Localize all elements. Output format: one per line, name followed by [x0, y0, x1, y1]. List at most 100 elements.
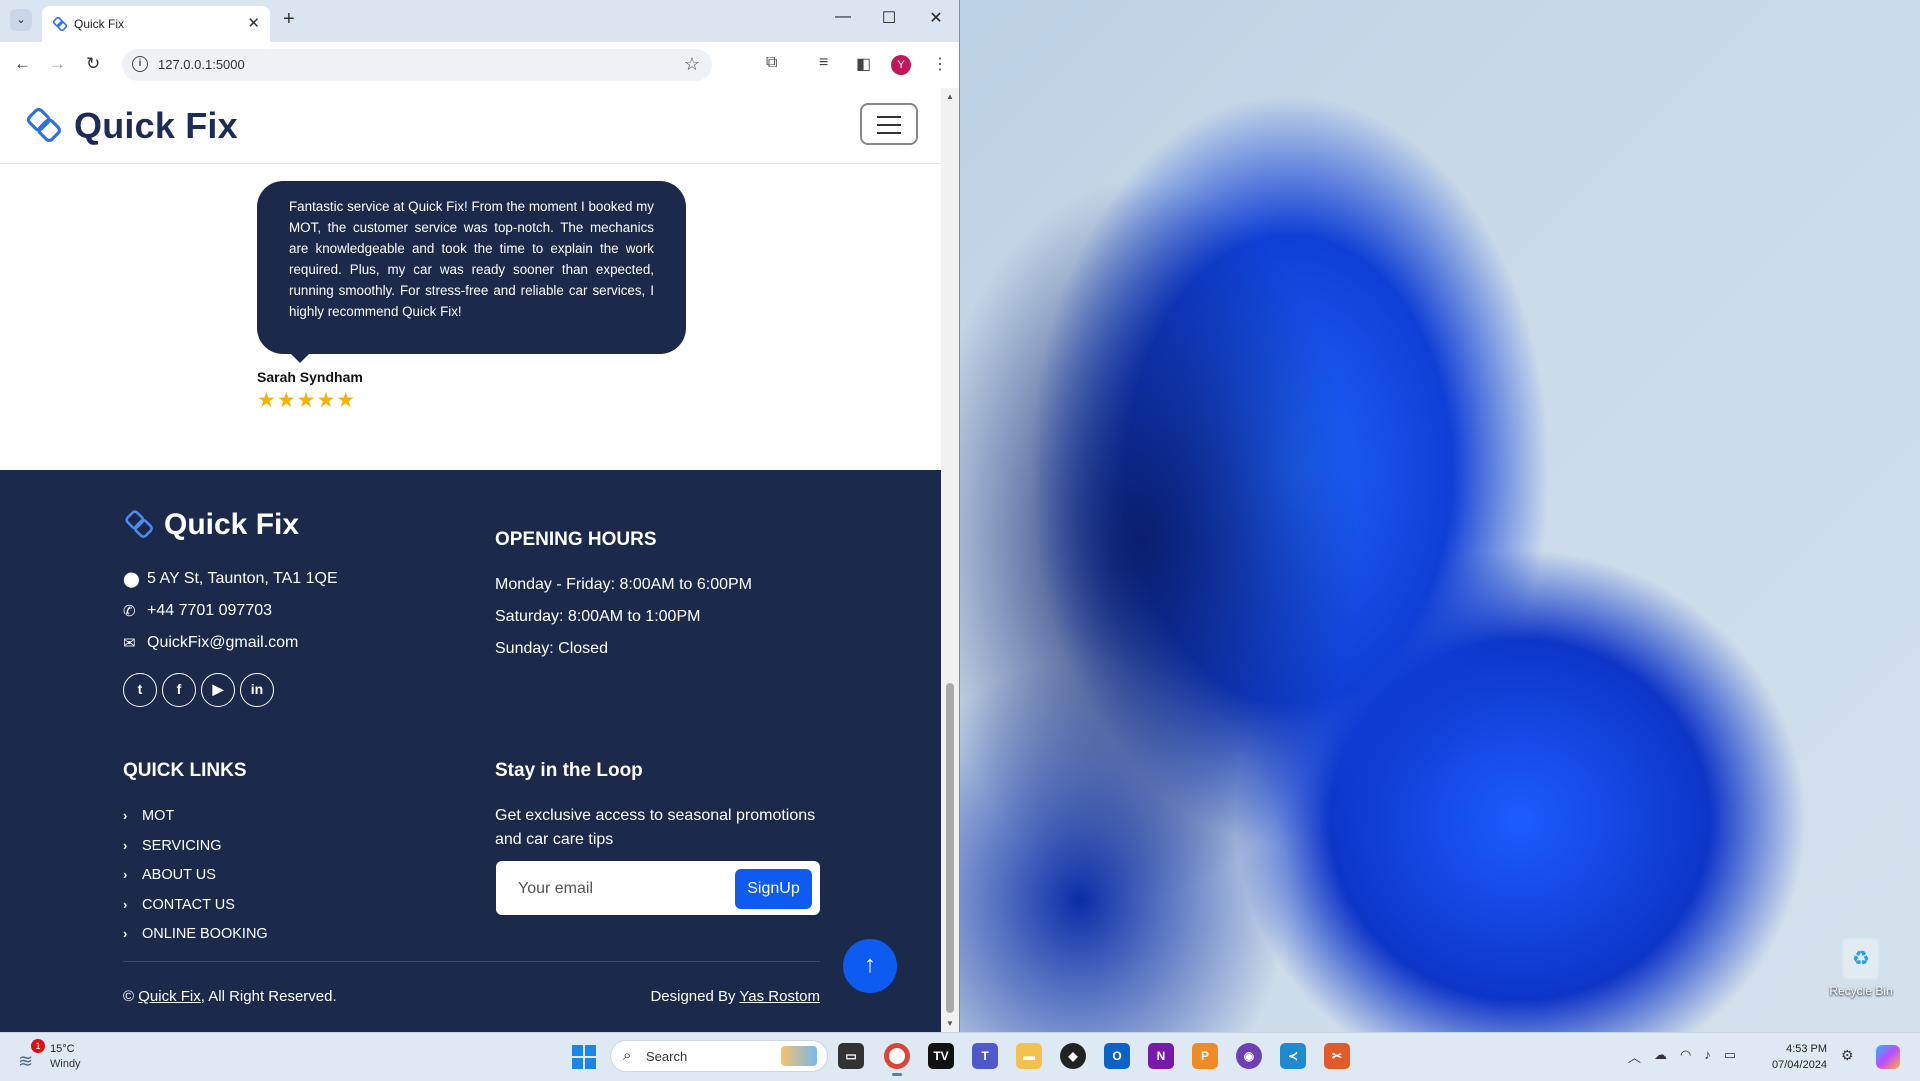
favicon-icon	[52, 16, 68, 32]
minimize-button[interactable]: —	[831, 8, 855, 26]
quick-link-label[interactable]: MOT	[142, 808, 174, 824]
scroll-down-arrow-icon[interactable]: ▼	[946, 1019, 954, 1028]
pdf-app-icon[interactable]: P	[1192, 1043, 1218, 1069]
profile-avatar[interactable]: Y	[891, 55, 911, 75]
quick-fix-logo-icon	[125, 510, 153, 538]
scroll-up-arrow-icon[interactable]: ▲	[946, 92, 954, 101]
alienware-icon[interactable]: ◆	[1060, 1043, 1086, 1069]
bookmark-star-icon[interactable]: ☆	[684, 54, 700, 75]
chevron-right-icon: ›	[123, 808, 128, 823]
hamburger-line	[877, 124, 901, 126]
copyright-symbol: ©	[123, 988, 135, 1005]
task-view-icon[interactable]: ▭	[838, 1043, 864, 1069]
quick-link-about-us[interactable]: › ABOUT US	[123, 867, 268, 897]
quick-links-heading: QUICK LINKS	[123, 760, 247, 781]
quick-links-list: › MOT › SERVICING › ABOUT US › CONTACT US › O…	[123, 808, 268, 956]
site-info-icon[interactable]: i	[132, 56, 148, 72]
copyright-notice: © Quick Fix, All Right Reserved.	[123, 988, 337, 1005]
onenote-icon[interactable]: N	[1148, 1043, 1174, 1069]
signup-button[interactable]: SignUp	[735, 869, 812, 909]
chrome-icon[interactable]	[884, 1043, 910, 1076]
taskbar-clock[interactable]: 4:53 PM 07/04/2024	[1772, 1041, 1827, 1073]
opening-hours-heading: OPENING HOURS	[495, 529, 657, 550]
address-url[interactable]: 127.0.0.1:5000	[158, 57, 245, 72]
maximize-button[interactable]: ☐	[877, 8, 901, 28]
quick-link-label[interactable]: ABOUT US	[142, 867, 216, 883]
hours-sunday: Sunday: Closed	[495, 640, 608, 657]
battery-icon[interactable]: ▭	[1724, 1047, 1736, 1066]
site-footer: Quick Fix ⬤ 5 AY St, Taunton, TA1 1QE ✆ …	[0, 470, 941, 1032]
notification-bell-icon[interactable]: ⚙	[1841, 1047, 1854, 1064]
youtube-icon[interactable]: ▶	[201, 673, 235, 707]
newsletter-heading: Stay in the Loop	[495, 760, 643, 781]
back-to-top-button[interactable]: ↑	[843, 939, 897, 993]
extensions-icon[interactable]: ⧉	[766, 54, 777, 72]
file-explorer-icon[interactable]: ▬	[1016, 1043, 1042, 1069]
new-tab-button[interactable]: +	[283, 8, 295, 31]
copyright-suffix: , All Right Reserved.	[200, 988, 337, 1005]
wind-icon: ≋	[18, 1051, 34, 1071]
search-highlight-icon	[781, 1046, 817, 1066]
designer-credit: Designed By Yas Rostom	[650, 988, 820, 1005]
vscode-icon[interactable]: ≺	[1280, 1043, 1306, 1069]
hamburger-menu-button[interactable]	[860, 103, 918, 145]
side-panel-icon[interactable]: ◧	[856, 54, 871, 74]
designer-link[interactable]: Yas Rostom	[739, 988, 820, 1005]
snipping-tool-icon[interactable]: ✂	[1324, 1043, 1350, 1069]
scrollbar-thumb[interactable]	[946, 683, 954, 1013]
quick-link-label[interactable]: CONTACT US	[142, 897, 235, 913]
footer-brand-name: Quick Fix	[164, 508, 300, 541]
testimonial-bubble-tail	[290, 353, 310, 363]
copyright-brand-link[interactable]: Quick Fix	[138, 988, 201, 1005]
quick-fix-logo-icon	[26, 107, 61, 142]
start-button[interactable]	[572, 1045, 596, 1069]
testimonial-rating-stars: ★★★★★	[257, 389, 357, 412]
onedrive-cloud-icon[interactable]: ☁	[1654, 1047, 1667, 1066]
github-desktop-icon[interactable]: ◉	[1236, 1043, 1262, 1069]
forward-arrow-icon[interactable]: →	[49, 54, 66, 74]
site-navbar: Quick Fix	[0, 88, 941, 164]
back-arrow-icon[interactable]: ←	[14, 54, 31, 74]
taskbar-search[interactable]: ⌕ Search	[610, 1040, 828, 1072]
testimonial-text: Fantastic service at Quick Fix! From the…	[289, 199, 654, 319]
quick-link-label[interactable]: ONLINE BOOKING	[142, 926, 268, 942]
taskbar-search-label: Search	[646, 1049, 688, 1064]
teams-icon[interactable]: T	[972, 1043, 998, 1069]
newsletter-email-input[interactable]	[506, 870, 740, 908]
wifi-icon[interactable]: ◠	[1680, 1047, 1691, 1066]
taskbar: ≋ 1 15°C Windy ⌕ Search ▭ TV T ▬ ◆ O N P…	[0, 1032, 1920, 1081]
browser-menu-icon[interactable]: ⋮	[932, 54, 948, 74]
quick-link-label[interactable]: SERVICING	[142, 838, 222, 854]
volume-icon[interactable]: ♪	[1704, 1047, 1711, 1066]
footer-logo[interactable]: Quick Fix	[123, 508, 299, 542]
tab-search-button[interactable]: ⌄	[10, 9, 32, 31]
chevron-right-icon: ›	[123, 926, 128, 941]
address-bar[interactable]: i 127.0.0.1:5000 ☆	[122, 49, 712, 81]
facebook-icon[interactable]: f	[162, 673, 196, 707]
recycle-bin-shortcut[interactable]: ♻ Recycle Bin	[1818, 938, 1904, 998]
newsletter-form: SignUp	[496, 861, 820, 915]
copilot-icon[interactable]	[1876, 1045, 1900, 1069]
tab-close-icon[interactable]: ✕	[247, 14, 260, 32]
hours-weekday: Monday - Friday: 8:00AM to 6:00PM	[495, 576, 752, 593]
newsletter-description: Get exclusive access to seasonal promoti…	[495, 807, 816, 848]
close-window-button[interactable]: ✕	[924, 8, 948, 28]
quick-link-contact-us[interactable]: › CONTACT US	[123, 897, 268, 927]
page-viewport: Quick Fix Fantastic service at Quick Fix…	[0, 88, 941, 1032]
site-logo[interactable]: Quick Fix	[24, 105, 238, 147]
quick-link-mot[interactable]: › MOT	[123, 808, 268, 838]
reload-icon[interactable]: ↻	[86, 54, 100, 74]
quick-link-servicing[interactable]: › SERVICING	[123, 838, 268, 868]
chevron-up-icon[interactable]: ︿	[1628, 1047, 1641, 1066]
phone-icon: ✆	[123, 603, 136, 620]
weather-notification-badge: 1	[31, 1039, 45, 1053]
quick-link-online-booking[interactable]: › ONLINE BOOKING	[123, 926, 268, 956]
page-scrollbar[interactable]: ▲ ▼	[941, 88, 959, 1032]
linkedin-icon[interactable]: in	[240, 673, 274, 707]
media-controls-icon[interactable]: ≡	[819, 54, 828, 72]
tv-app-icon[interactable]: TV	[928, 1043, 954, 1069]
twitter-icon[interactable]: t	[123, 673, 157, 707]
outlook-icon[interactable]: O	[1104, 1043, 1130, 1069]
browser-window: ⌄ Quick Fix ✕ + — ☐ ✕ ← → ↻ i 127.0.0.1:…	[0, 0, 960, 1032]
browser-tab[interactable]: Quick Fix ✕	[42, 6, 270, 42]
